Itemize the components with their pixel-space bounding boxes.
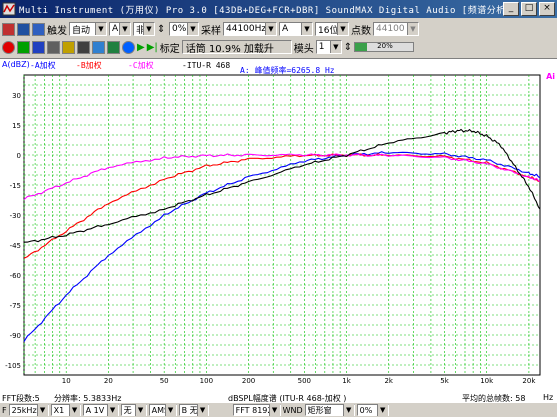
x-tick-label: 20 bbox=[104, 377, 113, 385]
x-tick-label: 10k bbox=[480, 377, 494, 385]
peak-frequency-label: A: 峰值频率=6265.8 Hz bbox=[240, 65, 335, 75]
x-tick-label: 500 bbox=[298, 377, 311, 385]
y-tick-label: -60 bbox=[10, 272, 21, 280]
points-label: 点数 bbox=[351, 25, 371, 37]
channel-b-select[interactable]: B 无 ▼ bbox=[178, 404, 209, 416]
toolbar-secondary: ▶ ▶| 标定 话筒 10.9% 加载升 模头 1 ▼ ⇕ 20% bbox=[0, 38, 557, 56]
blue-square-icon[interactable] bbox=[17, 22, 30, 36]
trigger-channel-select[interactable]: A ▼ bbox=[109, 22, 131, 36]
channel-select[interactable]: A ▼ bbox=[279, 22, 313, 36]
updown-icon[interactable]: ⇕ bbox=[344, 42, 352, 53]
toolbar-main: 触发 自动 ▼ A ▼ 非 ▼ ⇕ 0% ▼ 采样 44100Hz ▼ A ▼ 16位 ▼ 点… bbox=[0, 20, 557, 38]
oscilloscope-icon[interactable] bbox=[17, 40, 30, 54]
overrange-display: 话筒 10.9% 加载升 bbox=[181, 40, 292, 55]
red-square-icon[interactable] bbox=[2, 22, 15, 36]
x-tick-label: 5k bbox=[440, 377, 449, 385]
minimize-button[interactable]: _ bbox=[503, 2, 519, 16]
trigger-label: 触发 bbox=[47, 25, 67, 37]
channel-label: 模头 bbox=[293, 43, 314, 55]
status-row: FFT段数:5 分辨率: 5.3833Hz dBSPL幅度谱 (ITU-R 46… bbox=[0, 393, 557, 403]
close-button[interactable]: × bbox=[539, 2, 555, 16]
x-unit-label: Hz bbox=[543, 393, 554, 402]
speaker-icon[interactable] bbox=[92, 40, 105, 54]
x-tick-label: 100 bbox=[200, 377, 213, 385]
sampling-label: 采样 bbox=[201, 25, 221, 37]
spectrum-chart[interactable]: 30 15 0 -15 -30 -45 -60 -75 -90 -105 10 20 50 100 200 5… bbox=[0, 59, 557, 394]
filter-icon[interactable] bbox=[107, 40, 120, 54]
y-tick-label: 15 bbox=[12, 122, 21, 130]
step-icon[interactable]: ▶| bbox=[147, 42, 158, 53]
calibrate-label[interactable]: 标定 bbox=[160, 40, 180, 55]
trigger-level-icon: ⇕ bbox=[157, 23, 166, 35]
y-tick-label: -105 bbox=[5, 362, 21, 370]
x-tick-label: 20k bbox=[522, 377, 536, 385]
y-tick-label: 30 bbox=[12, 92, 21, 100]
points-select[interactable]: 44100 ▼ bbox=[373, 22, 419, 36]
record-icon[interactable] bbox=[2, 40, 15, 54]
bottom-toolbar: F 25kHz▼ X1▼ A 1V▼ 无▼ AMS▼ B 无▼ FFT 8192… bbox=[0, 403, 557, 417]
channel-number-select[interactable]: 1 ▼ bbox=[315, 40, 342, 54]
y-tick-label: -75 bbox=[10, 302, 21, 310]
grid-icon[interactable] bbox=[47, 40, 60, 54]
x-tick-label: 50 bbox=[160, 377, 169, 385]
x-tick-label: 2k bbox=[384, 377, 393, 385]
window-function-select[interactable]: 矩形窗 ▼ bbox=[304, 404, 355, 416]
freq-axis-label: F bbox=[2, 405, 7, 415]
app-icon bbox=[2, 2, 16, 16]
spectrum-icon[interactable] bbox=[32, 40, 45, 54]
y-tick-label: -30 bbox=[10, 212, 21, 220]
weighting-select[interactable]: 无 ▼ bbox=[120, 404, 147, 416]
x-scale-select[interactable]: X1 ▼ bbox=[50, 404, 81, 416]
legend-entry: -A加权 bbox=[30, 60, 56, 70]
y-tick-label: -15 bbox=[10, 182, 21, 190]
x-tick-label: 10 bbox=[62, 377, 71, 385]
spectrum-plot[interactable]: 30 15 0 -15 -30 -45 -60 -75 -90 -105 10 20 50 100 200 5… bbox=[0, 58, 557, 394]
x-tick-label: 200 bbox=[242, 377, 255, 385]
bits-select[interactable]: 16位 ▼ bbox=[315, 22, 349, 36]
channel-a-range-select[interactable]: A 1V ▼ bbox=[82, 404, 119, 416]
x-tick-label: 1k bbox=[342, 377, 351, 385]
fft-size-select[interactable]: FFT 8192▼ bbox=[232, 404, 281, 416]
sample-rate-select[interactable]: 44100Hz ▼ bbox=[223, 22, 277, 36]
legend-entry: -ITU-R 468 bbox=[182, 61, 230, 70]
level-meter-fill bbox=[355, 43, 367, 51]
trigger-op-select[interactable]: 非 ▼ bbox=[133, 22, 155, 36]
meter-icon[interactable] bbox=[62, 40, 75, 54]
ams-select[interactable]: AMS▼ bbox=[148, 404, 177, 416]
save-icon[interactable] bbox=[32, 22, 45, 36]
monitor-icon[interactable] bbox=[122, 40, 135, 54]
y-tick-label: -45 bbox=[10, 242, 21, 250]
right-axis-label: Ai bbox=[546, 72, 555, 81]
legend-entry: -B加权 bbox=[76, 60, 102, 70]
y-tick-label: -90 bbox=[10, 332, 21, 340]
settings-icon[interactable] bbox=[77, 40, 90, 54]
zoom-select[interactable]: 0% ▼ bbox=[169, 22, 199, 36]
y-tick-label: 0 bbox=[17, 152, 21, 160]
legend-entry: -C加权 bbox=[128, 60, 154, 70]
window-title: Multi Instrument (万用仪) Pro 3.0 [43DB+DEG… bbox=[19, 5, 503, 16]
y-axis-title: A(dBZ) bbox=[2, 60, 30, 69]
overlap-select[interactable]: 0% ▼ bbox=[356, 404, 389, 416]
play-icon[interactable]: ▶ bbox=[137, 42, 145, 53]
maximize-button[interactable]: □ bbox=[521, 2, 537, 16]
freq-range-select[interactable]: 25kHz ▼ bbox=[8, 404, 49, 416]
level-meter: 20% bbox=[354, 42, 415, 52]
title-bar: Multi Instrument (万用仪) Pro 3.0 [43DB+DEG… bbox=[0, 0, 557, 18]
trigger-mode-select[interactable]: 自动 ▼ bbox=[69, 22, 107, 36]
window-function-label: WND bbox=[282, 405, 303, 415]
